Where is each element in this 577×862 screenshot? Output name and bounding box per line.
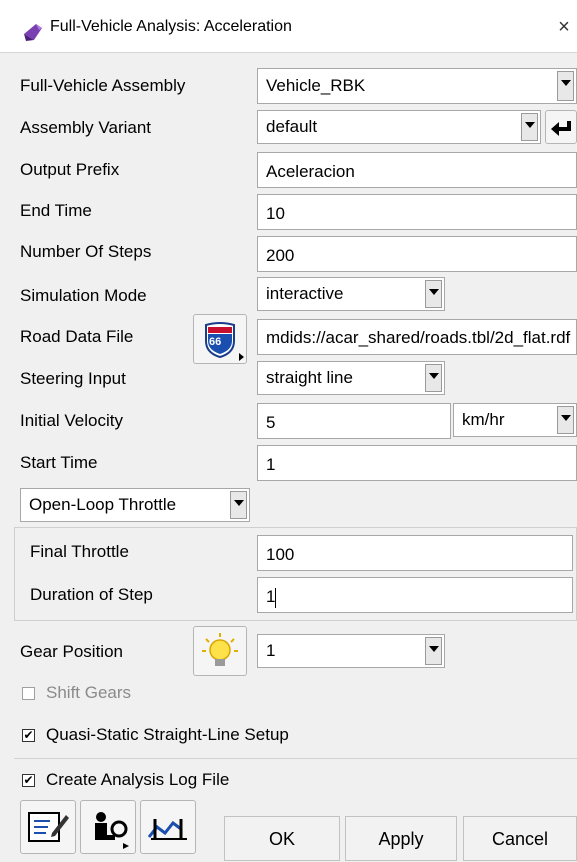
shift-gears-label: Shift Gears: [46, 683, 132, 702]
assembly-label: Full-Vehicle Assembly: [20, 76, 186, 95]
assembly-dropdown[interactable]: Vehicle_RBK: [257, 68, 577, 104]
quasi-static-label: Quasi-Static Straight-Line Setup: [46, 725, 289, 744]
log-file-label: Create Analysis Log File: [46, 770, 230, 789]
final-throttle-label: Final Throttle: [30, 542, 129, 561]
sim-mode-dropdown[interactable]: interactive: [257, 277, 445, 311]
log-file-checkbox[interactable]: ✔: [22, 774, 35, 787]
assembly-value: Vehicle_RBK: [266, 76, 366, 95]
chevron-down-icon[interactable]: [557, 71, 574, 101]
chevron-down-icon[interactable]: [230, 491, 247, 519]
apply-button[interactable]: Apply: [345, 816, 457, 861]
enter-button[interactable]: [545, 110, 577, 144]
road-profile-icon: [147, 819, 187, 840]
driver-button[interactable]: [80, 800, 136, 854]
chevron-down-icon[interactable]: [425, 280, 442, 308]
chevron-down-icon[interactable]: [557, 406, 574, 434]
divider: [14, 758, 577, 759]
chevron-down-icon[interactable]: [425, 364, 442, 392]
end-time-label: End Time: [20, 201, 92, 220]
end-time-input[interactable]: 10: [257, 194, 577, 230]
shift-gears-checkbox[interactable]: [22, 687, 35, 700]
quasi-static-checkbox[interactable]: ✔: [22, 729, 35, 742]
velocity-unit-value: km/hr: [462, 410, 505, 429]
start-time-input[interactable]: 1: [257, 445, 577, 481]
steering-dropdown[interactable]: straight line: [257, 361, 445, 395]
cancel-button[interactable]: Cancel: [463, 816, 577, 861]
velocity-input[interactable]: 5: [257, 403, 451, 439]
velocity-unit-dropdown[interactable]: km/hr: [453, 403, 577, 437]
chevron-down-icon[interactable]: [521, 113, 538, 141]
chevron-down-icon[interactable]: [425, 637, 442, 665]
throttle-mode-value: Open-Loop Throttle: [29, 495, 177, 514]
text-cursor: [275, 587, 277, 608]
sim-mode-label: Simulation Mode: [20, 286, 147, 305]
gear-tip-button[interactable]: [193, 626, 247, 676]
corner-arrow-icon: [239, 353, 244, 361]
duration-input[interactable]: 1: [257, 577, 573, 613]
steering-label: Steering Input: [20, 369, 126, 388]
edit-list-button[interactable]: [20, 800, 76, 854]
enter-icon: [551, 121, 571, 136]
variant-value: default: [266, 117, 318, 136]
steps-input[interactable]: 200: [257, 236, 577, 272]
lightbulb-icon: [202, 633, 238, 666]
steering-value: straight line: [266, 368, 353, 387]
velocity-label: Initial Velocity: [20, 411, 123, 430]
throttle-mode-dropdown[interactable]: Open-Loop Throttle: [20, 488, 250, 522]
road-file-input[interactable]: mdids://acar_shared/roads.tbl/2d_flat.rd…: [257, 319, 577, 355]
variant-dropdown[interactable]: default: [257, 110, 541, 144]
duration-label: Duration of Step: [30, 585, 153, 604]
road-browse-button[interactable]: 66: [193, 314, 247, 364]
duration-value: 1: [266, 587, 276, 606]
edit-list-icon: [28, 812, 69, 842]
prefix-label: Output Prefix: [20, 160, 120, 179]
start-time-label: Start Time: [20, 453, 98, 472]
close-button[interactable]: ×: [553, 16, 575, 38]
shield-number: 66: [209, 336, 222, 348]
road-profile-button[interactable]: [140, 800, 196, 854]
driver-icon: [95, 812, 129, 849]
steps-label: Number Of Steps: [20, 242, 152, 261]
gear-dropdown[interactable]: 1: [257, 634, 445, 668]
app-icon: [22, 22, 44, 42]
ok-button[interactable]: OK: [224, 816, 340, 861]
final-throttle-input[interactable]: 100: [257, 535, 573, 571]
gear-value: 1: [266, 641, 276, 660]
gear-label: Gear Position: [20, 642, 123, 661]
variant-label: Assembly Variant: [20, 118, 152, 137]
sim-mode-value: interactive: [266, 284, 344, 303]
road-label: Road Data File: [20, 327, 134, 346]
window-title: Full-Vehicle Analysis: Acceleration: [50, 18, 292, 35]
output-prefix-input[interactable]: Aceleracion: [257, 152, 577, 188]
